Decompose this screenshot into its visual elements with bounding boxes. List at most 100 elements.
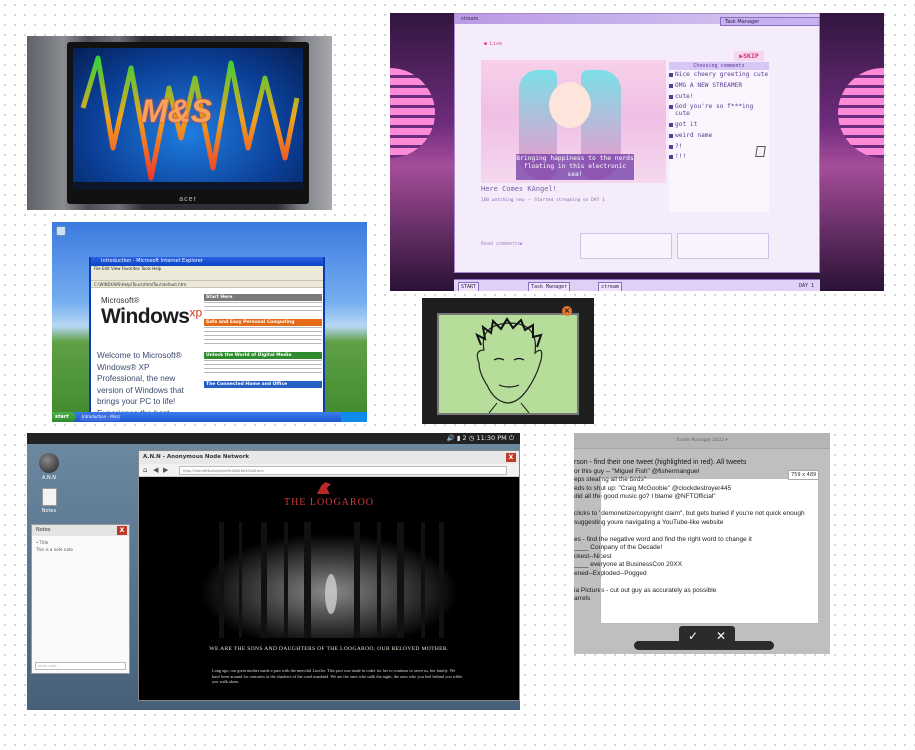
drawing-card: × [422,298,594,424]
system-status-bar: 🔊 ▮ 2 ◷ 11:30 PM ⏻ [27,433,520,444]
notes-title: Notes [36,527,51,533]
comment-option[interactable]: ?! [669,142,769,153]
comment-option[interactable]: Nice cheery greeting cute [669,70,769,81]
mouse-cursor-icon [755,146,766,157]
confirm-icon[interactable]: ✓ [679,626,707,646]
tour-section-title[interactable]: Start Here [204,294,322,301]
forward-icon[interactable]: ▶ [163,466,168,475]
cancel-icon[interactable]: ✕ [707,626,735,646]
striped-sun [838,68,884,158]
task-manager-titlebar[interactable]: Task Manager [720,17,820,26]
tour-section-body [204,301,322,314]
comment-option[interactable]: God you're so f***ing cute [669,102,769,120]
doc-line [574,527,830,536]
desktop-icon-notes[interactable]: Notes [29,488,69,514]
home-icon[interactable]: ⌂ [143,466,147,475]
read-comments-link[interactable]: Read comments▶ [481,241,523,247]
doc-line: ____ Company of the Decade! [574,544,663,551]
doc-line: rson - find their one tweet (highlighted… [574,459,747,466]
portrait-frame [437,313,579,415]
doc-line: eds to shut up: "Craig McGoobie" @clockd… [574,484,732,492]
notes-icon [41,488,57,506]
browser-page: THE LOOGAROO WE ARE THE SONS AND DAUGHTE… [139,478,519,700]
crop-size-label: 759 x 489 [788,470,820,480]
doc-line: ened--Exploded--Pogged [574,569,647,577]
live-indicator: ● Live [484,41,503,47]
comment-option[interactable]: cute! [669,92,769,103]
doc-line [574,502,830,511]
notes-titlebar[interactable]: Notes X [32,525,129,536]
doc-line: ____ everyone at BusinessCon 20XX [574,561,683,568]
doc-line: clicks to "demonetize/copyright claim", … [574,510,805,517]
tour-section[interactable]: Safe and Easy Personal Computing [204,319,322,347]
streamer-game-card: stream Task Manager ● Live ▶SKIP Bringin… [390,13,884,291]
comment-option[interactable]: OMG A NEW STREAMER [669,81,769,92]
logo-xp: xp [189,305,203,320]
logo-microsoft: Microsoft® [101,296,140,305]
tour-section[interactable]: Unlock the World of Digital Media [204,352,322,376]
note-input[interactable]: enter note... [35,662,126,670]
windows-taskbar [73,182,303,190]
forest-image [199,522,459,638]
xp-taskbar: start Introduction - Micro... [52,412,367,422]
note-line: This is a note note [36,547,73,552]
notes-content[interactable]: • Title This is a note note [32,536,129,553]
stream-status: 160 watching now ・ Started streaming on … [481,198,605,203]
close-icon[interactable]: × [562,306,572,316]
ie-title-bar[interactable]: Introduction - Microsoft Internet Explor… [91,257,323,266]
site-title: THE LOOGAROO [283,497,375,508]
monitor-brand: acer [179,196,197,203]
taskbar-task-manager[interactable]: Task Manager [528,282,571,291]
windows-xp-logo: Microsoft® Windowsxp [101,296,202,329]
ie-address-bar[interactable]: C:\WINDOWS\Help\Tours\htmlTour\default.h… [91,281,323,288]
browser-titlebar[interactable]: A.N.N - Anonymous Node Network X [139,451,519,464]
desktop-icon-label: A.N.N [42,475,56,481]
document-crop-card: Tussle Manager 2022 ▾ rson - find their … [574,433,830,654]
caption-line: floating in this electronic sea! [523,163,627,178]
caption-line: Bringing happiness to the nerds [516,155,634,162]
recycle-bin-icon[interactable] [56,226,66,236]
skip-button[interactable]: ▶SKIP [734,51,764,61]
doc-line: arrels [574,595,591,602]
taskbar-stream[interactable]: stream [598,282,623,291]
browser-title: A.N.N - Anonymous Node Network [143,454,250,460]
tour-sections: Start Here Safe and Easy Personal Comput… [204,294,322,393]
empty-panel [677,233,769,259]
browser-close-button[interactable]: X [506,453,516,462]
taskbar-ie-button[interactable]: Introduction - Micro... [80,413,120,421]
monitor-screen: M&S [73,48,303,190]
desktop-icon-ann[interactable]: A.N.N [29,453,69,481]
notes-close-button[interactable]: X [117,526,127,535]
right-backdrop [820,13,884,291]
game-taskbar: START Task Manager stream DAY 1 [454,279,820,291]
browser-nav-bar: ⌂ ◀ ▶ http://10anHR8u0sk0Jskd9LGBHr8d3f2… [139,464,519,477]
raven-icon [317,482,331,494]
ie-toolbar[interactable] [91,272,323,281]
comment-option[interactable]: got it [669,120,769,131]
doc-line: suggesting youre navigating a YouTube-li… [574,518,724,526]
browser-window: A.N.N - Anonymous Node Network X ⌂ ◀ ▶ h… [138,450,520,701]
tour-section-title[interactable]: The Connected Home and Office [204,381,322,388]
tour-section[interactable]: The Connected Home and Office [204,381,322,388]
back-icon[interactable]: ◀ [153,466,158,475]
logo-windows: Windows [101,305,190,328]
windows-xp-card: Introduction - Microsoft Internet Explor… [52,222,367,422]
comment-option[interactable]: weird name [669,131,769,142]
start-button[interactable]: start [52,412,76,422]
doc-title[interactable]: Tussle Manager 2022 ▾ [574,433,830,449]
doc-line: ckest--Nicest [574,552,612,560]
doc-line [574,578,830,587]
tour-section-body [204,326,322,347]
notes-window: Notes X • Title This is a note note ente… [31,524,130,674]
doc-line: es - find the negative word and find the… [574,535,752,543]
tour-section[interactable]: Start Here [204,294,322,314]
tour-section-title[interactable]: Safe and Easy Personal Computing [204,319,322,326]
stream-caption: Bringing happiness to the nerds floating… [516,154,634,180]
comment-option[interactable]: !!! [669,152,769,163]
comment-chooser: Choosing comments Nice cheery greeting c… [669,62,769,212]
site-lore: Long ago, our great mother made a pact w… [212,668,463,685]
start-button[interactable]: START [458,282,480,291]
tour-section-title[interactable]: Unlock the World of Digital Media [204,352,322,359]
url-bar[interactable]: http://10anHR8u0sk0Jskd9LGBHr8d3f2s8f.an… [179,466,507,475]
stream-view: Bringing happiness to the nerds floating… [481,60,666,183]
